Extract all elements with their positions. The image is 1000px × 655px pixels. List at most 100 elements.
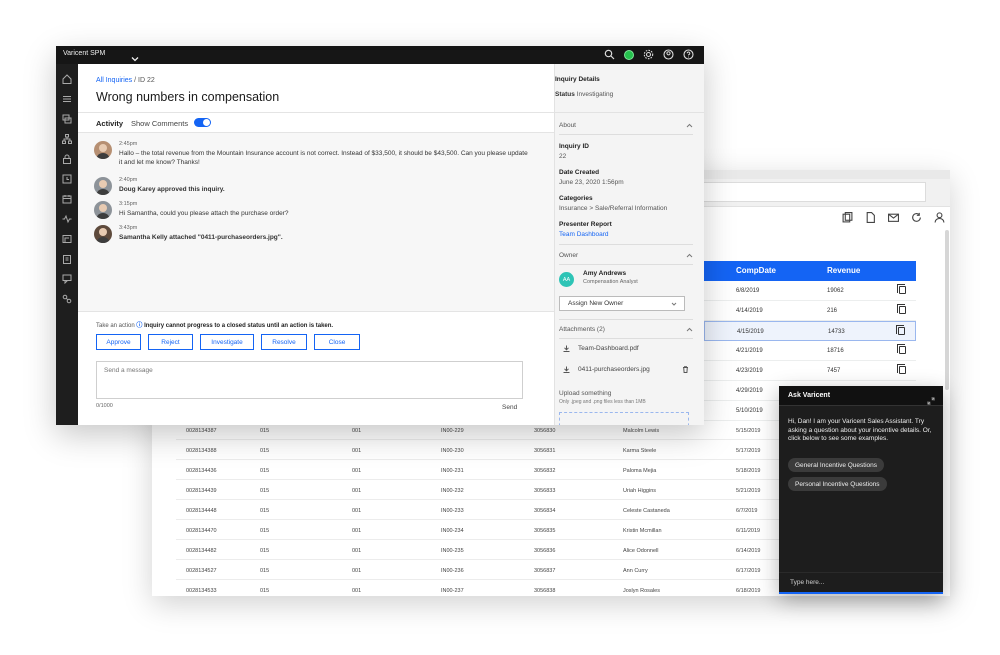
table-row[interactable]: 4/23/2019 7457 — [704, 361, 916, 381]
back-address-bar[interactable] — [700, 182, 926, 202]
column-header-revenue[interactable]: Revenue — [827, 266, 860, 275]
reject-button[interactable]: Reject — [148, 334, 193, 350]
table-row[interactable]: 4/21/2019 18716 — [704, 341, 916, 361]
breadcrumb-all-inquiries[interactable]: All Inquiries — [96, 77, 132, 84]
about-section-header[interactable]: About — [559, 122, 693, 129]
chat-input[interactable] — [779, 572, 943, 594]
cell-region: 015 — [260, 448, 270, 454]
trash-icon[interactable] — [682, 366, 689, 373]
cell-code: IN00-231 — [441, 468, 464, 474]
search-icon[interactable] — [604, 49, 615, 60]
copy-icon[interactable] — [897, 344, 906, 354]
chevron-down-icon — [671, 301, 677, 307]
scrollbar[interactable] — [945, 230, 949, 390]
download-icon[interactable] — [563, 366, 570, 373]
back-toolbar — [842, 212, 945, 223]
download-icon[interactable] — [563, 345, 570, 352]
cell-name: Uriah Higgins — [623, 488, 657, 494]
cell-id: 0028134448 — [186, 508, 217, 514]
investigate-button[interactable]: Investigate — [200, 334, 254, 350]
flag-icon[interactable] — [62, 231, 72, 243]
send-button[interactable]: Send — [502, 404, 517, 411]
pulse-icon[interactable] — [62, 211, 72, 224]
chevron-up-icon[interactable] — [686, 326, 693, 333]
status-indicator[interactable] — [624, 49, 634, 60]
layers-icon[interactable] — [62, 111, 72, 124]
mail-icon[interactable] — [888, 212, 899, 222]
refresh-icon[interactable] — [911, 212, 921, 222]
assign-owner-dropdown[interactable]: Assign New Owner — [559, 296, 685, 311]
link-icon[interactable] — [62, 291, 72, 304]
table-row[interactable]: 6/8/2019 19062 — [704, 281, 916, 301]
feed-timestamp: 3:43pm — [119, 225, 138, 231]
list-icon[interactable] — [62, 91, 72, 102]
cell-region: 015 — [260, 468, 270, 474]
document-icon[interactable] — [865, 212, 875, 223]
attachments-section-header[interactable]: Attachments (2) — [559, 326, 693, 333]
app-name[interactable]: Varicent SPM — [63, 50, 105, 57]
attachment-name[interactable]: Team-Dashboard.pdf — [578, 345, 639, 352]
cell-compdate: 6/8/2019 — [736, 288, 760, 294]
home-icon[interactable] — [62, 71, 72, 84]
divider — [78, 311, 554, 312]
copy-icon[interactable] — [897, 284, 906, 294]
status-value: Investigating — [576, 91, 614, 98]
cell-compdate: 4/23/2019 — [736, 368, 763, 374]
cell-name: Ann Curry — [623, 568, 648, 574]
close-button[interactable]: Close — [314, 334, 360, 350]
status-row: Status Investigating — [555, 91, 613, 98]
gear-icon[interactable] — [643, 49, 654, 60]
copy-icon[interactable] — [896, 325, 905, 335]
field-label: Categories — [559, 195, 593, 202]
divider — [559, 134, 693, 135]
action-note: Take an action ⓘ Inquiry cannot progress… — [96, 320, 333, 329]
attachment-name[interactable]: 0411-purchaseorders.jpg — [578, 366, 650, 373]
message-input[interactable] — [96, 361, 523, 399]
chat-icon[interactable] — [62, 271, 72, 285]
presenter-report-link[interactable]: Team Dashboard — [559, 231, 609, 238]
cell-code: IN00-232 — [441, 488, 464, 494]
show-comments-toggle[interactable] — [194, 118, 211, 127]
chevron-up-icon[interactable] — [686, 122, 693, 129]
cell-compdate: 4/21/2019 — [736, 348, 763, 354]
chevron-down-icon[interactable] — [131, 50, 139, 62]
lock-icon[interactable] — [62, 151, 72, 164]
cell-id: 0028134388 — [186, 448, 217, 454]
copy-icon[interactable] — [842, 212, 853, 223]
divider — [559, 338, 693, 339]
upload-title: Upload something — [559, 390, 612, 397]
feed-message: Hi Samantha, could you please attach the… — [119, 210, 289, 217]
tab-activity[interactable]: Activity — [96, 119, 123, 128]
owner-section-header[interactable]: Owner — [559, 252, 693, 259]
copy-icon[interactable] — [897, 304, 906, 314]
cell-id: 0028134527 — [186, 568, 217, 574]
cell-number: 3056836 — [534, 548, 556, 554]
clock-icon[interactable] — [62, 171, 72, 184]
calendar-icon[interactable] — [62, 191, 72, 204]
copy-icon[interactable] — [897, 364, 906, 374]
expand-icon[interactable] — [927, 392, 935, 405]
divider — [559, 264, 693, 265]
resolve-button[interactable]: Resolve — [261, 334, 307, 350]
upload-dropzone[interactable] — [559, 412, 689, 425]
approve-button[interactable]: Approve — [96, 334, 141, 350]
clipboard-icon[interactable] — [62, 251, 72, 264]
hierarchy-icon[interactable] — [62, 131, 72, 144]
section-title: Owner — [559, 252, 579, 259]
cell-code: IN00-230 — [441, 448, 464, 454]
cell-compdate: 4/15/2019 — [737, 329, 764, 335]
help-icon[interactable] — [683, 49, 694, 60]
personal-incentive-questions-button[interactable]: Personal Incentive Questions — [788, 477, 887, 491]
table-row-selected[interactable]: 4/15/2019 14733 — [704, 321, 916, 341]
avatar — [94, 141, 112, 159]
table-row[interactable]: 4/14/2019 216 — [704, 301, 916, 321]
user-icon[interactable] — [934, 212, 945, 223]
cell-revenue: 19062 — [827, 288, 844, 294]
cell-name: Malcolm Lewis — [623, 428, 660, 434]
user-icon[interactable] — [663, 49, 674, 60]
general-incentive-questions-button[interactable]: General Incentive Questions — [788, 458, 885, 472]
chevron-up-icon[interactable] — [686, 252, 693, 259]
cell-branch: 001 — [352, 548, 362, 554]
table-header-row: CompDate Revenue — [704, 261, 916, 281]
column-header-compdate[interactable]: CompDate — [736, 266, 776, 275]
